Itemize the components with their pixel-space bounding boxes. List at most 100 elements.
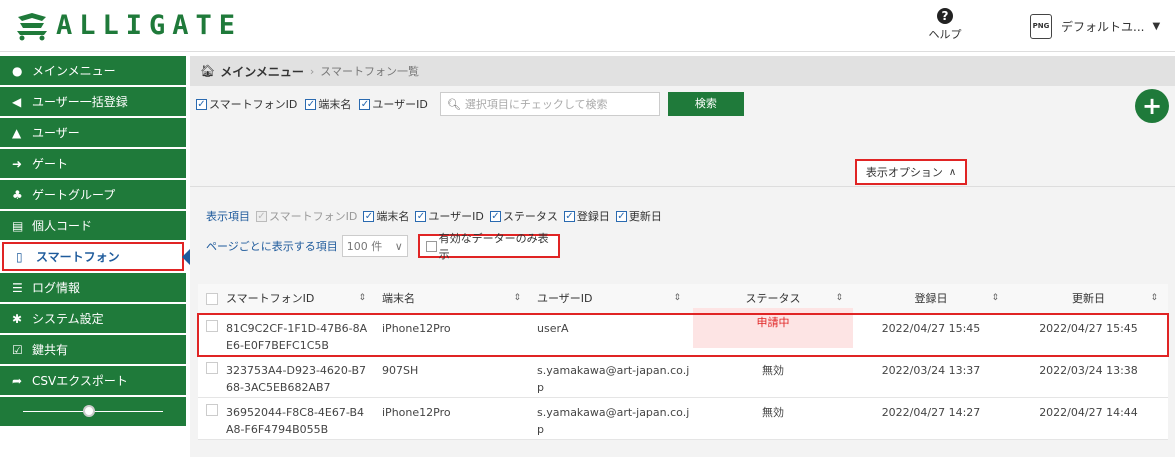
- header-updated[interactable]: 更新日 ⇕: [1009, 284, 1168, 314]
- header-status[interactable]: ステータス ⇕: [693, 284, 853, 314]
- sidebar-toggle-slider[interactable]: [0, 397, 186, 426]
- sign-in-icon: ➜: [12, 156, 23, 171]
- sidebar-item-bulk-user-register[interactable]: ◀ ユーザー一括登録: [0, 87, 186, 116]
- select-all-checkbox[interactable]: [206, 292, 218, 305]
- display-check-user-id[interactable]: ✓ ユーザーID: [415, 208, 484, 224]
- sidebar-item-csv-export[interactable]: ➦ CSVエクスポート: [0, 366, 186, 395]
- dashboard-icon: ●: [12, 63, 23, 78]
- sidebar-item-label: メインメニュー: [32, 64, 116, 78]
- id-line: A8-F6F4794B055B: [226, 423, 329, 436]
- sort-icon: ⇕: [835, 293, 843, 303]
- header-label: 端末名: [382, 292, 415, 305]
- row-checkbox[interactable]: [206, 320, 218, 332]
- app-header: ALLIGATE ? ヘルプ PNG デフォルトユ... ▼: [0, 0, 1175, 52]
- valid-only-checkbox[interactable]: 有効なデーターのみ表示: [417, 232, 560, 261]
- display-check-status[interactable]: ✓ ステータス: [489, 208, 558, 224]
- cell-smartphone-id: 81C9C2CF-1F1D-47B6-8A E6-E0F7BEFC1C5B: [220, 314, 378, 354]
- sidebar-item-system-settings[interactable]: ✱ システム設定: [0, 304, 186, 333]
- cell-updated: 2022/04/27 15:45: [1039, 322, 1138, 335]
- header-registered[interactable]: 登録日 ⇕: [853, 284, 1009, 314]
- active-indicator: [182, 249, 190, 265]
- valid-only-label: 有効なデーターのみ表示: [438, 232, 549, 261]
- display-items-label: 表示項目: [206, 210, 250, 223]
- checkbox-label: 端末名: [376, 210, 410, 223]
- checkbox-unchecked-icon: [425, 240, 437, 252]
- sidebar-item-gates[interactable]: ➜ ゲート: [0, 149, 186, 178]
- table-header: スマートフォンID ⇕ 端末名 ⇕ ユーザーID ⇕ ステータス ⇕ 登録日 ⇕ 更新日 ⇕: [198, 284, 1168, 314]
- row-checkbox[interactable]: [206, 362, 218, 374]
- search-input[interactable]: 🔍︎ 選択項目にチェックして検索: [439, 92, 660, 116]
- help-label: ヘルプ: [928, 28, 962, 41]
- breadcrumb-home[interactable]: メインメニュー: [220, 63, 304, 80]
- display-check-smartphone-id: ✓ スマートフォンID: [256, 208, 357, 224]
- divider: [190, 186, 1175, 187]
- id-line: 323753A4-D923-4620-B7: [226, 364, 367, 377]
- header-device-name[interactable]: 端末名 ⇕: [378, 284, 533, 314]
- sort-icon: ⇕: [673, 293, 681, 303]
- display-options-label: 表示オプション: [865, 166, 943, 179]
- row-checkbox[interactable]: [206, 404, 218, 416]
- row-select-cell: [198, 356, 220, 374]
- sidebar-item-personal-code[interactable]: ▤ 個人コード: [0, 211, 186, 240]
- sort-icon: ⇕: [358, 293, 366, 303]
- header-user-id[interactable]: ユーザーID ⇕: [533, 284, 693, 314]
- slider-knob[interactable]: [83, 405, 95, 417]
- cell-user-id: userA: [537, 322, 569, 335]
- sidebar-item-label: ゲートグループ: [32, 188, 116, 202]
- select-all-cell: [198, 284, 220, 314]
- mobile-icon: ▯: [16, 249, 23, 264]
- cell-smartphone-id: 323753A4-D923-4620-B7 68-3AC5EB682AB7: [220, 356, 378, 396]
- cell-registered: 2022/04/27 14:27: [881, 406, 981, 419]
- sidebar-item-main-menu[interactable]: ● メインメニュー: [0, 56, 186, 85]
- question-icon: ?: [937, 8, 953, 24]
- id-line: 68-3AC5EB682AB7: [226, 381, 331, 394]
- search-placeholder: 選択項目にチェックして検索: [464, 98, 608, 111]
- display-check-device-name[interactable]: ✓ 端末名: [363, 208, 409, 224]
- help-button[interactable]: ? ヘルプ: [925, 6, 965, 42]
- per-page-select[interactable]: 100 件 ∨: [341, 235, 408, 257]
- checkbox-checked-icon: ✓: [415, 210, 427, 222]
- cell-smartphone-id: 36952044-F8C8-4E67-B4 A8-F6F4794B055B: [220, 398, 378, 438]
- sidebar-item-logs[interactable]: ☰ ログ情報: [0, 273, 186, 302]
- home-icon: 🏠︎: [200, 64, 216, 78]
- display-check-registered[interactable]: ✓ 登録日: [563, 208, 610, 224]
- cell-status: 申請中: [693, 308, 853, 348]
- sidebar-item-label: ゲート: [32, 157, 69, 171]
- display-items-row: 表示項目 ✓ スマートフォンID ✓ 端末名 ✓ ユーザーID ✓ ステータス ✓ 登録日…: [206, 208, 668, 224]
- user-menu[interactable]: PNG デフォルトユ... ▼: [1030, 14, 1160, 39]
- search-check-device-name[interactable]: ✓ 端末名: [305, 96, 351, 112]
- header-smartphone-id[interactable]: スマートフォンID ⇕: [220, 284, 378, 314]
- sidebar-item-users[interactable]: ▲ ユーザー: [0, 118, 186, 147]
- checkbox-label: ステータス: [502, 210, 558, 223]
- header-label: 登録日: [914, 292, 948, 305]
- logo[interactable]: ALLIGATE: [14, 10, 242, 41]
- add-smartphone-button[interactable]: +: [1135, 89, 1169, 123]
- row-select-cell: [198, 398, 220, 416]
- sidebar-item-key-sharing[interactable]: ☑ 鍵共有: [0, 335, 186, 364]
- checkbox-checked-icon: ✓: [256, 210, 267, 222]
- cell-updated: 2022/03/24 13:38: [1039, 364, 1138, 377]
- display-check-updated[interactable]: ✓ 更新日: [615, 208, 662, 224]
- checkbox-label: スマートフォンID: [209, 98, 298, 111]
- checkbox-label: ユーザーID: [372, 98, 428, 111]
- sort-icon: ⇕: [991, 293, 999, 303]
- search-check-smartphone-id[interactable]: ✓ スマートフォンID: [196, 96, 297, 112]
- search-bar: ✓ スマートフォンID ✓ 端末名 ✓ ユーザーID 🔍︎ 選択項目にチェックして検索…: [190, 86, 1175, 122]
- sidebar: ● メインメニュー ◀ ユーザー一括登録 ▲ ユーザー ➜ ゲート ♣ ゲートグループ ▤…: [0, 56, 190, 457]
- cell-device-name: 907SH: [382, 364, 419, 377]
- checkbox-label: 更新日: [628, 210, 662, 223]
- display-options-toggle[interactable]: 表示オプション ∧: [855, 159, 967, 185]
- table-row[interactable]: 36952044-F8C8-4E67-B4 A8-F6F4794B055B iPh…: [198, 398, 1168, 440]
- sort-icon: ⇕: [513, 293, 521, 303]
- table-row[interactable]: 81C9C2CF-1F1D-47B6-8A E6-E0F7BEFC1C5B iPh…: [197, 308, 1169, 357]
- breadcrumb: 🏠︎ メインメニュー › スマートフォン一覧: [190, 56, 1175, 86]
- users-icon: ♣: [12, 187, 23, 202]
- table-row[interactable]: 323753A4-D923-4620-B7 68-3AC5EB682AB7 907…: [198, 356, 1168, 398]
- header-label: ユーザーID: [537, 292, 593, 305]
- sidebar-item-smartphone[interactable]: ▯ スマートフォン: [2, 242, 190, 271]
- search-button[interactable]: 検索: [667, 92, 744, 116]
- gear-icon: ✱: [12, 311, 23, 326]
- search-check-user-id[interactable]: ✓ ユーザーID: [359, 96, 428, 112]
- cell-status: 無効: [762, 364, 784, 377]
- sidebar-item-gate-groups[interactable]: ♣ ゲートグループ: [0, 180, 186, 209]
